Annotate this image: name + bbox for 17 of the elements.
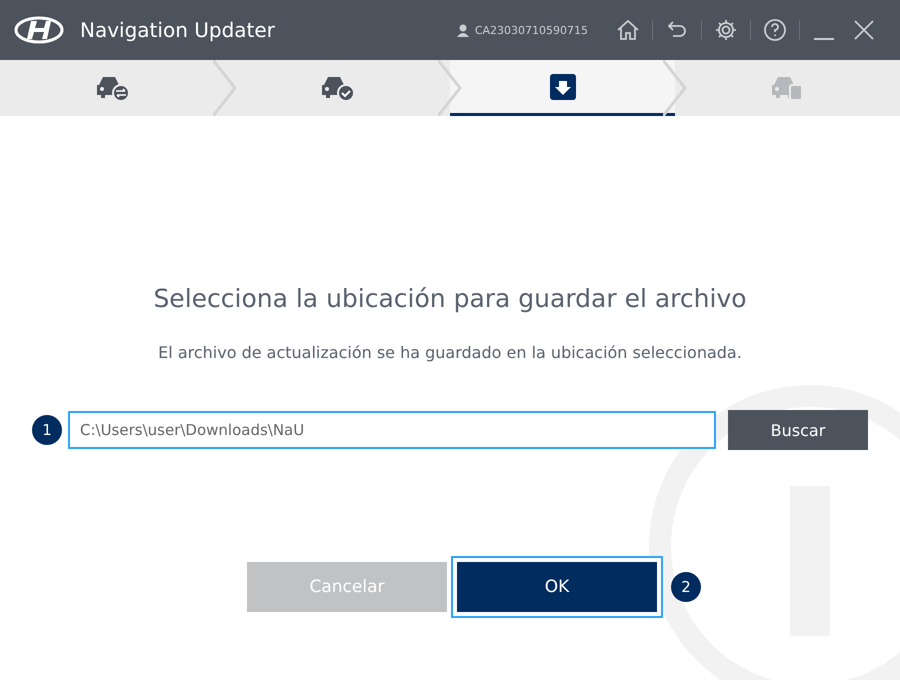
browse-button[interactable]: Buscar [728, 410, 868, 450]
step-number-marker: 1 [32, 415, 62, 445]
download-box-icon [548, 72, 576, 100]
dialog-message: El archivo de actualización se ha guardado en la ubicación seleccionada. [158, 343, 742, 362]
logo-icon [14, 15, 64, 45]
ok-button[interactable]: OK [457, 562, 657, 612]
step-chevron-icon [663, 60, 687, 116]
step-tab[interactable] [450, 60, 675, 116]
step-chevron-icon [438, 60, 462, 116]
step-chevron-icon [213, 60, 237, 116]
path-input-field[interactable]: C:\Users\user\Downloads\NaU [68, 411, 716, 449]
window-title: Navigation Updater [80, 18, 276, 42]
user-id: CA23030710590715 [474, 24, 588, 36]
dialog-title: Selecciona la ubicación para guardar el archivo [153, 284, 747, 313]
step-number-marker: 2 [671, 572, 701, 602]
help-icon[interactable] [761, 16, 789, 44]
user-icon [456, 24, 469, 36]
